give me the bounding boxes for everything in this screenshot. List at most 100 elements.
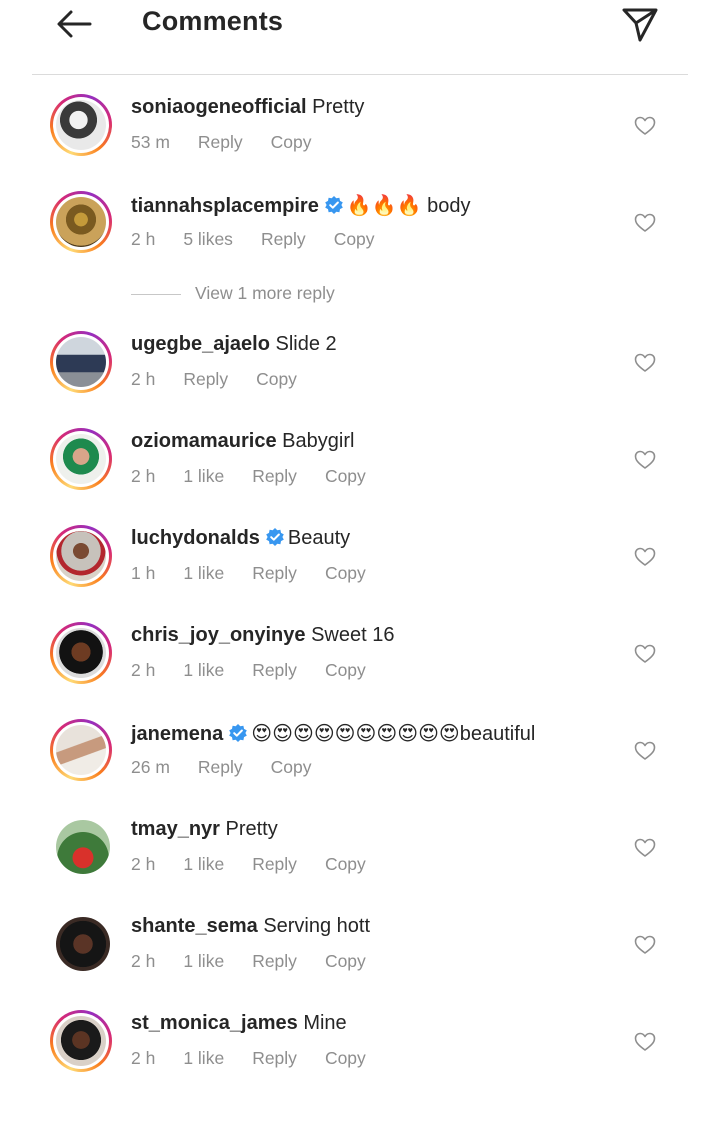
avatar-photo [56,434,106,484]
comment-text: Pretty [225,818,278,840]
avatar[interactable] [56,820,110,874]
comment-row: luchydonalds Beauty 1 h 1 like Reply Copy [0,519,720,609]
reply-button[interactable]: Reply [198,132,243,153]
avatar[interactable] [50,1010,112,1072]
avatar[interactable] [50,525,112,587]
copy-button[interactable]: Copy [271,132,312,153]
comment-likes-count[interactable]: 1 like [183,1048,224,1069]
copy-button[interactable]: Copy [334,229,375,250]
avatar[interactable] [50,719,112,781]
copy-button[interactable]: Copy [271,757,312,778]
avatar-photo [56,725,106,775]
comment-likes-count[interactable]: 1 like [183,660,224,681]
avatar[interactable] [50,191,112,253]
copy-button[interactable]: Copy [325,563,366,584]
avatar-ring-inner [53,194,109,250]
comment-username[interactable]: janemena [131,723,223,745]
reply-button[interactable]: Reply [252,563,297,584]
like-comment-button[interactable] [634,116,656,136]
comment-meta: 2 h 5 likes Reply Copy [131,229,403,250]
copy-button[interactable]: Copy [256,369,297,390]
comment-meta: 2 h 1 like Reply Copy [131,466,394,487]
reply-button[interactable]: Reply [252,660,297,681]
avatar-photo [56,197,106,247]
comment-body: chris_joy_onyinye Sweet 16 [131,624,394,647]
comment-text: Beauty [287,527,351,549]
comment-username[interactable]: oziomamaurice [131,430,277,452]
avatar-photo [56,917,110,971]
comment-text: Pretty [312,96,365,118]
reply-button[interactable]: Reply [252,854,297,875]
comment-row: shante_sema Serving hott 2 h 1 like Reply Co… [0,907,720,997]
heart-icon [634,450,656,469]
avatar-photo [56,337,106,387]
like-comment-button[interactable] [634,644,656,664]
comment-text: 🔥🔥🔥 body [346,195,471,217]
verified-badge-icon [229,724,248,742]
comment-likes-count[interactable]: 1 like [183,466,224,487]
comment-likes-count[interactable]: 1 like [183,951,224,972]
copy-button[interactable]: Copy [325,951,366,972]
comment-text: 😍😍😍😍😍😍😍😍😍😍beautiful [251,723,536,745]
like-comment-button[interactable] [634,213,656,233]
comment-timestamp: 2 h [131,1048,156,1068]
avatar[interactable] [56,917,110,971]
comment-username[interactable]: st_monica_james [131,1012,298,1034]
comment-timestamp: 2 h [131,369,156,389]
share-button[interactable] [618,2,662,44]
comment-likes-count[interactable]: 1 like [183,854,224,875]
comment-username[interactable]: tiannahsplacempire [131,195,319,217]
copy-button[interactable]: Copy [325,660,366,681]
comment-body: st_monica_james Mine [131,1012,347,1035]
avatar-ring-inner [53,528,109,584]
like-comment-button[interactable] [634,935,656,955]
copy-button[interactable]: Copy [325,466,366,487]
reply-button[interactable]: Reply [183,369,228,390]
copy-button[interactable]: Copy [325,1048,366,1069]
comment-text: Slide 2 [275,333,337,355]
avatar-ring-inner [53,722,109,778]
comment-username[interactable]: luchydonalds [131,527,260,549]
view-more-replies-button[interactable]: View 1 more reply [131,283,335,304]
comment-timestamp: 2 h [131,951,156,971]
comment-body: luchydonalds Beauty [131,527,350,550]
comment-meta: 26 m Reply Copy [131,757,340,778]
reply-button[interactable]: Reply [252,1048,297,1069]
comment-username[interactable]: soniaogeneofficial [131,96,307,118]
like-comment-button[interactable] [634,838,656,858]
avatar[interactable] [50,622,112,684]
reply-button[interactable]: Reply [198,757,243,778]
comment-text: Serving hott [263,915,371,937]
avatar[interactable] [50,331,112,393]
page-title: Comments [142,6,284,36]
back-button[interactable] [52,4,96,44]
heart-icon [634,547,656,566]
comment-meta: 2 h 1 like Reply Copy [131,660,394,681]
reply-thread-line [131,293,181,295]
avatar-ring-inner [53,1013,109,1069]
comment-username[interactable]: chris_joy_onyinye [131,624,306,646]
comment-text: Sweet 16 [311,624,395,646]
copy-button[interactable]: Copy [325,854,366,875]
comment-username[interactable]: shante_sema [131,915,258,937]
comment-body: janemena 😍😍😍😍😍😍😍😍😍😍beautiful [131,721,535,746]
like-comment-button[interactable] [634,1032,656,1052]
like-comment-button[interactable] [634,741,656,761]
comment-likes-count[interactable]: 1 like [183,563,224,584]
like-comment-button[interactable] [634,547,656,567]
reply-button[interactable]: Reply [261,229,306,250]
comment-likes-count[interactable]: 5 likes [183,229,233,250]
like-comment-button[interactable] [634,353,656,373]
comment-username[interactable]: ugegbe_ajaelo [131,333,270,355]
avatar[interactable] [50,94,112,156]
avatar[interactable] [50,428,112,490]
comment-row: st_monica_james Mine 2 h 1 like Reply Copy [0,1004,720,1094]
heart-icon [634,116,656,135]
like-comment-button[interactable] [634,450,656,470]
comment-body: oziomamaurice Babygirl [131,430,354,453]
comment-row: janemena 😍😍😍😍😍😍😍😍😍😍beautiful 26 m Reply Copy [0,713,720,803]
comment-username[interactable]: tmay_nyr [131,818,220,840]
comment-timestamp: 53 m [131,132,170,152]
reply-button[interactable]: Reply [252,951,297,972]
reply-button[interactable]: Reply [252,466,297,487]
